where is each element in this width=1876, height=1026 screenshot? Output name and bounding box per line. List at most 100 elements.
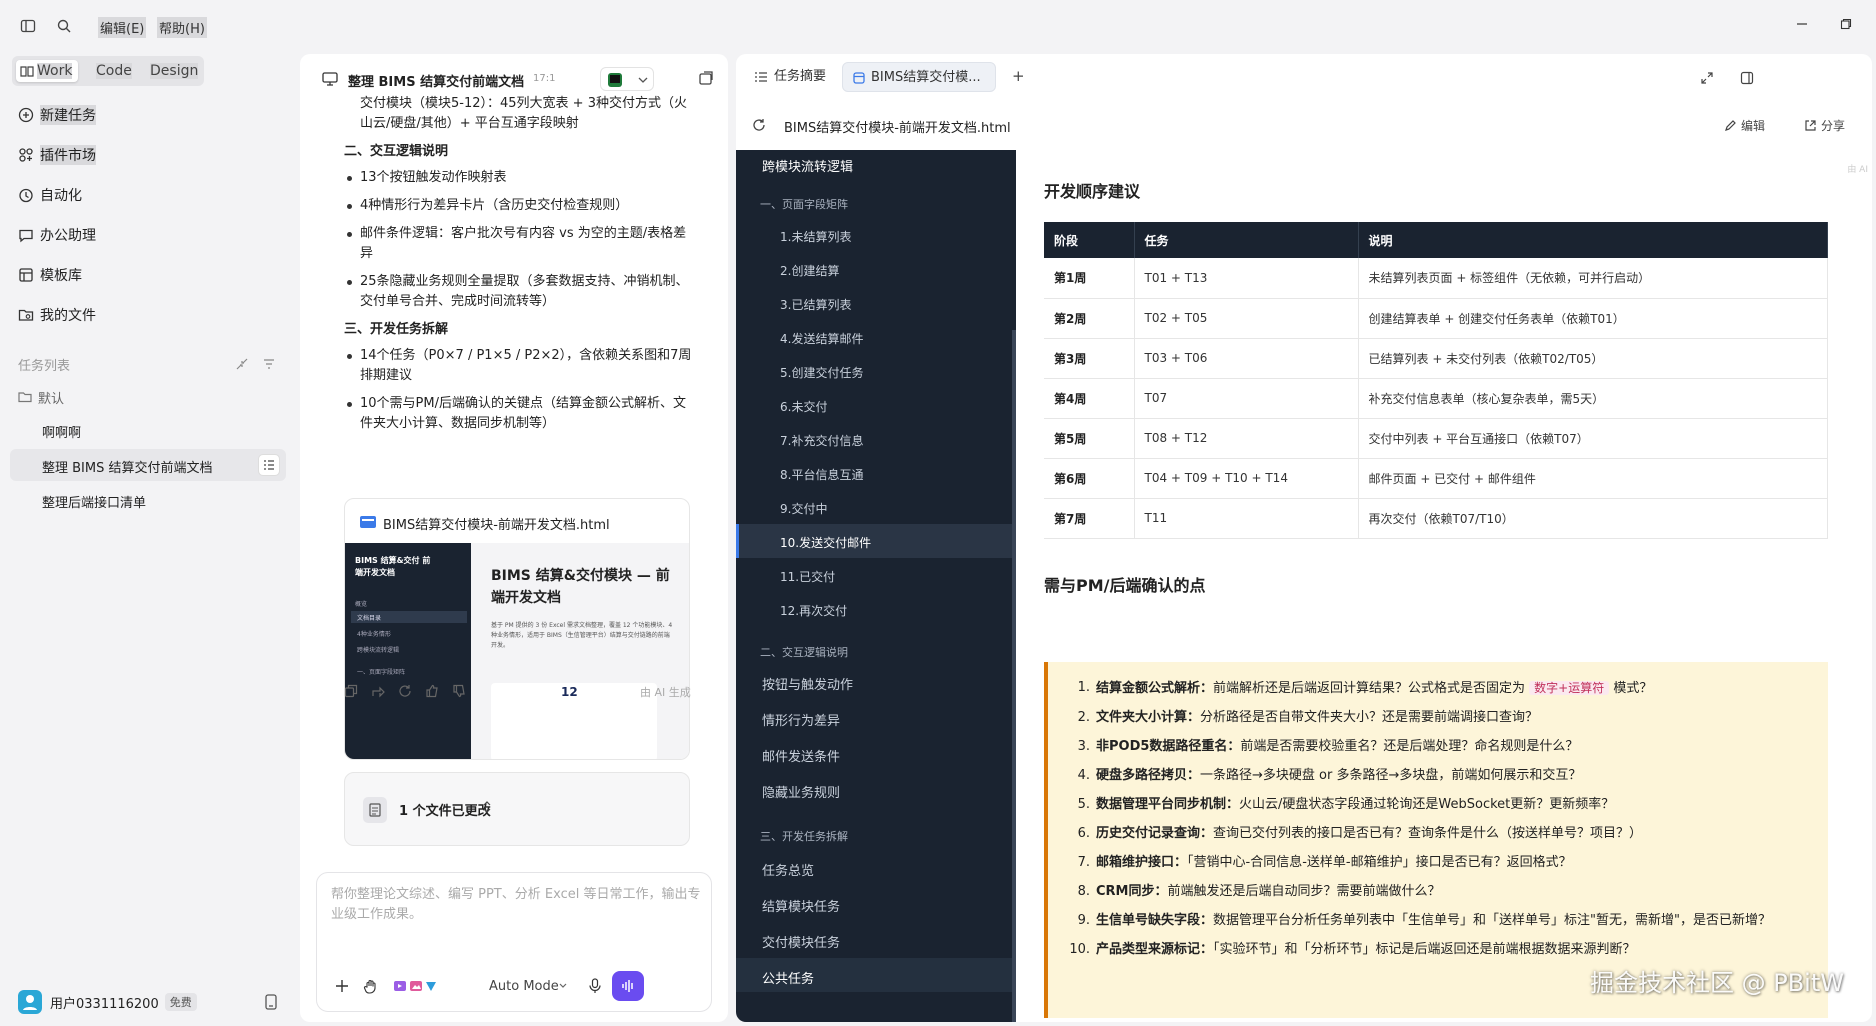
task-folder-default[interactable]: 默认 <box>18 387 64 407</box>
nav-new-task[interactable]: 新建任务 <box>18 105 96 125</box>
toc-item[interactable]: 2.创建结算 <box>780 262 839 279</box>
media-tools-icon[interactable] <box>393 978 439 994</box>
mode-work[interactable]: Work <box>16 60 78 82</box>
auto-mode-select[interactable]: Auto Mode <box>489 979 559 994</box>
confirm-item: 7. 邮箱维护接口：「营销中心-合同信息-送样单-邮箱维护」接口是否已有？返回格式… <box>1077 855 1572 870</box>
toc-item[interactable]: 7.补充交付信息 <box>780 432 863 449</box>
voice-send-button[interactable] <box>612 971 644 1001</box>
toc-item[interactable]: 6.未交付 <box>780 398 827 415</box>
toc-section[interactable]: 一、页面字段矩阵 <box>760 196 848 212</box>
message-actions <box>344 684 466 698</box>
toc-item[interactable]: 4.发送结算邮件 <box>780 330 863 347</box>
nav-automation[interactable]: 自动化 <box>18 185 82 205</box>
toc-active-highlight <box>736 524 1012 558</box>
toc-item[interactable]: 9.交付中 <box>780 500 827 517</box>
table-header: 阶段 <box>1044 222 1135 258</box>
task-item[interactable]: 整理 BIMS 结算交付前端文档 <box>42 457 213 476</box>
add-tab-button[interactable]: + <box>1012 67 1025 85</box>
toc-item[interactable]: 8.平台信息互通 <box>780 466 863 483</box>
maximize-icon[interactable] <box>1840 18 1852 30</box>
phone-icon[interactable] <box>264 994 278 1010</box>
mode-code[interactable]: Code <box>92 60 136 82</box>
files-changed-card[interactable]: 1 个文件已更改 <box>344 772 690 846</box>
nav-my-files[interactable]: 我的文件 <box>18 305 96 325</box>
toc-item[interactable]: 3.已结算列表 <box>780 296 851 313</box>
search-icon[interactable] <box>56 18 72 34</box>
nav-template-library[interactable]: 模板库 <box>18 265 82 285</box>
toc-item[interactable]: 12.再次交付 <box>780 602 847 619</box>
toc-item[interactable]: 跨模块流转逻辑 <box>762 156 853 175</box>
toc-item[interactable]: 结算模块任务 <box>762 896 840 915</box>
confirm-item: 6. 历史交付记录查询：查询已交付列表的接口是否已有？查询条件是什么（按送样单号？… <box>1077 826 1643 841</box>
inline-code: 数字+运算符 <box>1529 681 1610 695</box>
thumbs-up-icon[interactable] <box>425 684 439 698</box>
plus-icon[interactable] <box>335 979 349 993</box>
filter-icon[interactable] <box>262 357 276 371</box>
chat-panel: 整理 BIMS 结算交付前端文档 17:1 交付模块（模块5-12）：45列大宽… <box>300 54 728 1022</box>
mode-design[interactable]: Design <box>146 60 202 82</box>
file-name: BIMS结算交付模块-前端开发文档.html <box>383 518 610 533</box>
user-bar[interactable]: 用户0331116200 免费 <box>18 990 197 1014</box>
toc-item[interactable]: 11.已交付 <box>780 568 835 585</box>
file-card[interactable]: BIMS结算交付模块-前端开发文档.html BIMS 结算&交付 前端开发文档… <box>344 498 690 760</box>
chat-list-item: 4种情形行为差异卡片（含历史交付检查规则） <box>344 196 694 216</box>
toc-item[interactable]: 邮件发送条件 <box>762 746 840 765</box>
expand-icon[interactable] <box>1700 71 1714 85</box>
sidebar-toggle-icon[interactable] <box>20 18 36 34</box>
new-window-icon[interactable] <box>698 70 714 86</box>
task-list-label: 任务列表 <box>18 359 71 374</box>
chat-input-box[interactable]: 帮你整理论文综述、编写 PPT、分析 Excel 等日常工作，输出专业级工作成果… <box>316 872 712 1012</box>
copy-icon[interactable] <box>344 684 358 698</box>
toc-item[interactable]: 任务总览 <box>762 860 814 879</box>
toc-item[interactable]: 公共任务 <box>762 968 814 987</box>
chat-title: 整理 BIMS 结算交付前端文档 <box>348 75 525 90</box>
toc-item[interactable]: 按钮与触发动作 <box>762 674 853 693</box>
toc-section[interactable]: 二、交互逻辑说明 <box>760 644 848 660</box>
panel-toggle-icon[interactable] <box>1740 71 1754 85</box>
share-button[interactable]: 分享 <box>1804 117 1845 134</box>
ai-corner-note: 由 AI <box>1847 165 1868 175</box>
chat-time: 17:1 <box>533 73 556 84</box>
user-name: 用户0331116200 <box>50 996 159 1012</box>
confirm-item: 2. 文件夹大小计算：分析路径是否自带文件夹大小？还是需要前端调接口查询？ <box>1077 710 1539 725</box>
toc-item-active[interactable]: 10.发送交付邮件 <box>780 534 871 551</box>
refresh-icon[interactable] <box>752 118 766 132</box>
microphone-icon[interactable] <box>589 978 601 994</box>
folder-icon <box>18 392 32 403</box>
toc-item[interactable]: 隐藏业务规则 <box>762 782 840 801</box>
collapse-icon[interactable] <box>235 357 249 371</box>
template-icon <box>19 268 33 282</box>
task-item[interactable]: 整理后端接口清单 <box>42 492 146 511</box>
chat-list-item: 14个任务（P0×7 / P1×5 / P2×2），含依赖关系图和7周排期建议 <box>344 346 694 386</box>
terminal-select[interactable] <box>600 67 654 91</box>
toc-section[interactable]: 三、开发任务拆解 <box>760 828 848 844</box>
toc-item[interactable]: 5.创建交付任务 <box>780 364 863 381</box>
chat-icon <box>322 72 338 86</box>
thumbs-down-icon[interactable] <box>452 684 466 698</box>
tab-document[interactable]: BIMS结算交付模... <box>842 62 996 92</box>
tab-task-summary[interactable]: 任务摘要 <box>744 62 836 92</box>
hand-icon[interactable] <box>363 978 379 994</box>
nav-plugin-market[interactable]: 插件市场 <box>18 145 96 165</box>
toc-item[interactable]: 1.未结算列表 <box>780 228 851 245</box>
menu-edit[interactable]: 编辑(E) <box>98 17 147 38</box>
toc-item[interactable]: 交付模块任务 <box>762 932 840 951</box>
confirm-item: 9. 生信单号缺失字段：数据管理平台分析任务单列表中「生信单号」和「送样单号」标注… <box>1077 913 1771 928</box>
table-row: 第3周 T03 + T06 已结算列表 + 未交付列表（依赖T02/T05） <box>1044 338 1828 379</box>
minimize-icon[interactable] <box>1796 18 1808 30</box>
plugin-icon <box>19 148 33 162</box>
edit-button[interactable]: 编辑 <box>1724 117 1765 134</box>
list-icon <box>754 71 768 83</box>
task-item[interactable]: 啊啊啊 <box>42 422 81 441</box>
task-detail-icon[interactable] <box>258 454 280 476</box>
table-header: 说明 <box>1358 222 1828 258</box>
share-icon[interactable] <box>371 684 385 698</box>
menu-help[interactable]: 帮助(H) <box>157 17 207 38</box>
confirm-item: 4. 硬盘多路径拷贝：一条路径→多块硬盘 or 多条路径→多块盘，前端如何展示和交… <box>1077 768 1582 783</box>
nav-office-assistant[interactable]: 办公助理 <box>18 225 96 245</box>
toc-item[interactable]: 情形行为差异 <box>762 710 840 729</box>
chat-input-placeholder[interactable]: 帮你整理论文综述、编写 PPT、分析 Excel 等日常工作，输出专业级工作成果… <box>331 885 701 925</box>
plus-circle-icon <box>18 107 34 123</box>
regenerate-icon[interactable] <box>398 684 412 698</box>
doc-tab-icon <box>853 71 865 84</box>
